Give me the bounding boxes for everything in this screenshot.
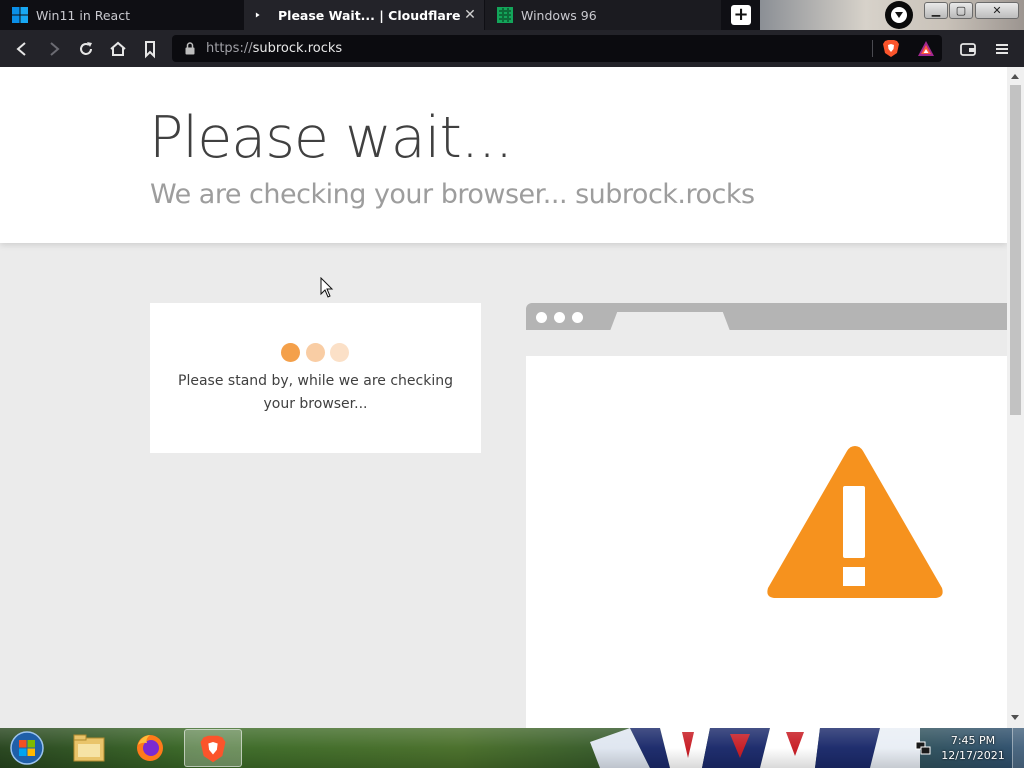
tab-please-wait-cloudflare[interactable]: Please Wait... | Cloudflare ✕	[244, 0, 484, 30]
bookmark-icon[interactable]	[140, 39, 160, 59]
address-bar-divider	[872, 40, 873, 57]
url-host: subrock.rocks	[252, 41, 343, 56]
status-text: Please stand by, while we are checking y…	[178, 373, 453, 412]
tab-win11-in-react[interactable]: Win11 in React	[0, 0, 242, 30]
taskbar-file-explorer[interactable]	[60, 729, 118, 767]
wallet-icon[interactable]	[958, 39, 978, 59]
forward-icon[interactable]	[44, 39, 64, 59]
tab-strip: Win11 in React Please Wait... | Cloudfla…	[0, 0, 1024, 30]
warning-icon	[767, 446, 943, 598]
reload-icon[interactable]	[76, 39, 96, 59]
tab-title: Win11 in React	[36, 7, 130, 23]
chevron-down-icon	[891, 7, 907, 23]
browser-illustration	[526, 303, 1007, 728]
start-button[interactable]	[8, 731, 46, 765]
brave-shields-icon[interactable]	[882, 39, 900, 58]
url-scheme: https://	[206, 41, 253, 56]
tab-windows-96[interactable]: Windows 96	[485, 0, 721, 30]
illustration-dot	[536, 312, 547, 323]
lock-icon[interactable]	[184, 42, 196, 55]
scrollbar-thumb[interactable]	[1010, 85, 1021, 415]
file-explorer-icon	[73, 734, 105, 762]
clock-date: 12/17/2021	[941, 749, 1005, 762]
brave-icon	[200, 735, 226, 763]
system-clock[interactable]: 7:45 PM 12/17/2021	[938, 733, 1008, 763]
url-text[interactable]: https://subrock.rocks	[206, 41, 342, 56]
menu-icon[interactable]	[992, 39, 1012, 59]
taskbar-brave[interactable]	[184, 729, 242, 767]
window-maximize-button[interactable]: ▢	[949, 2, 973, 19]
page-viewport: Please wait... We are checking your brow…	[0, 67, 1007, 728]
windows-logo-icon	[12, 7, 28, 23]
browser-toolbar: https://subrock.rocks	[0, 30, 1024, 67]
illustration-dot	[572, 312, 583, 323]
show-desktop-button[interactable]	[1012, 728, 1024, 768]
network-icon[interactable]	[914, 740, 932, 756]
brave-rewards-icon[interactable]	[917, 40, 935, 57]
vertical-scrollbar[interactable]	[1007, 67, 1024, 728]
page-title: Please wait...	[149, 105, 513, 171]
media-control-button[interactable]	[885, 1, 913, 29]
page-header: Please wait... We are checking your brow…	[0, 67, 1007, 243]
window-close-button[interactable]: ✕	[975, 2, 1019, 19]
back-icon[interactable]	[12, 39, 32, 59]
illustration-tab	[610, 312, 730, 331]
mouse-cursor-icon	[320, 277, 334, 298]
clock-time: 7:45 PM	[950, 734, 996, 747]
address-bar[interactable]: https://subrock.rocks	[172, 35, 942, 62]
window-minimize-button[interactable]: ▁	[924, 2, 948, 19]
new-tab-button[interactable]: +	[731, 5, 751, 25]
tab-title: Windows 96	[521, 7, 597, 23]
taskbar-firefox[interactable]	[122, 729, 180, 767]
scroll-down-icon[interactable]	[1011, 715, 1019, 720]
loading-dot	[306, 343, 325, 362]
firefox-icon	[137, 735, 163, 761]
loading-dot	[281, 343, 300, 362]
illustration-titlebar	[526, 303, 1007, 331]
windows-96-icon	[497, 7, 513, 23]
tab-title: Please Wait... | Cloudflare	[278, 7, 461, 23]
page-subtitle: We are checking your browser... subrock.…	[150, 179, 755, 210]
home-icon[interactable]	[108, 39, 128, 59]
windows-taskbar: 7:45 PM 12/17/2021	[0, 728, 1024, 768]
illustration-window	[526, 356, 1007, 728]
scroll-up-icon[interactable]	[1011, 74, 1019, 79]
audio-playing-icon	[255, 12, 260, 18]
status-card: Please stand by, while we are checking y…	[150, 303, 481, 453]
loading-dot	[330, 343, 349, 362]
close-tab-icon[interactable]: ✕	[462, 7, 478, 23]
illustration-dot	[554, 312, 565, 323]
